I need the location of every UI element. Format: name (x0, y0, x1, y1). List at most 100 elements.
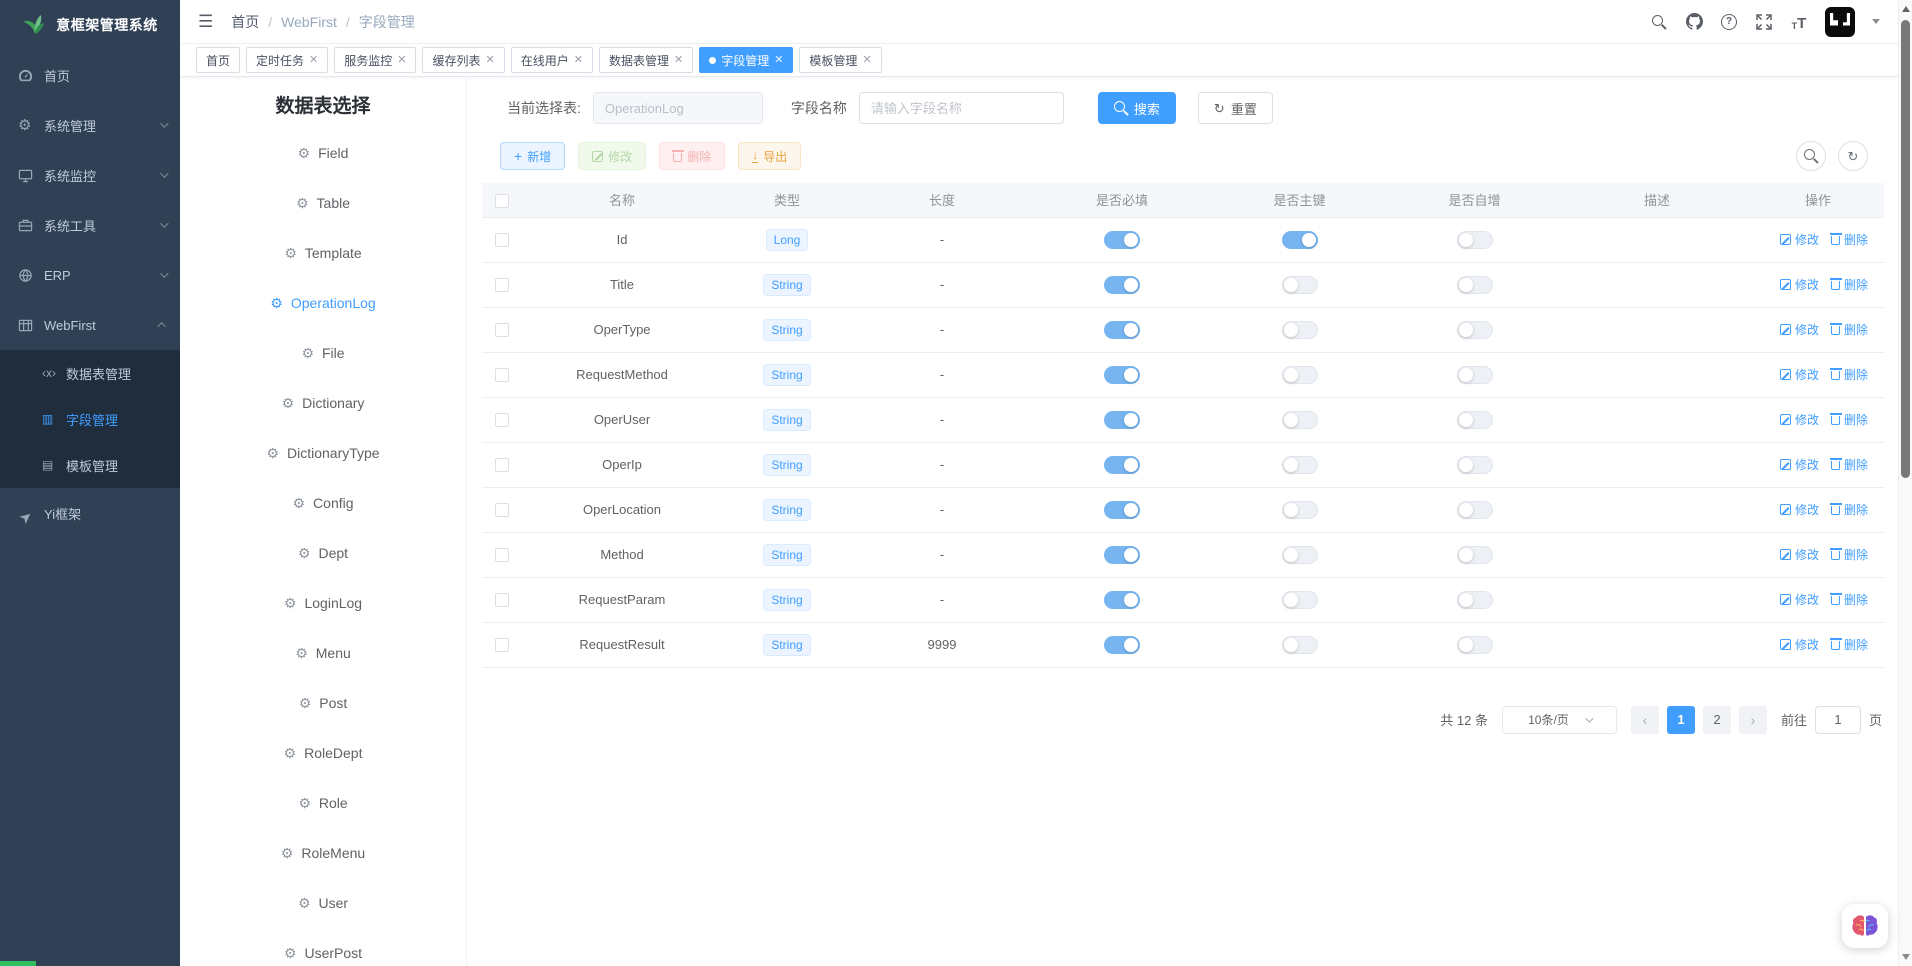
sidebar-item-system-tools[interactable]: 系统工具 (0, 200, 180, 250)
required-toggle[interactable] (1104, 276, 1140, 294)
tab-field-management[interactable]: 字段管理✕ (699, 47, 793, 73)
tree-item-loginlog[interactable]: ⚙LoginLog (180, 578, 466, 628)
sidebar-item-webfirst[interactable]: WebFirst (0, 300, 180, 350)
tree-item-dept[interactable]: ⚙Dept (180, 528, 466, 578)
edit-link[interactable]: 修改 (1780, 591, 1819, 608)
delete-link[interactable]: 删除 (1831, 591, 1868, 608)
auto-increment-toggle[interactable] (1457, 636, 1493, 654)
tree-item-config[interactable]: ⚙Config (180, 478, 466, 528)
close-icon[interactable]: ✕ (574, 55, 583, 66)
primary-key-toggle[interactable] (1282, 501, 1318, 519)
row-checkbox[interactable] (495, 593, 509, 607)
close-icon[interactable]: ✕ (397, 55, 406, 66)
sidebar-item-system-monitor[interactable]: 系统监控 (0, 150, 180, 200)
delete-link[interactable]: 删除 (1831, 456, 1868, 473)
primary-key-toggle[interactable] (1282, 411, 1318, 429)
tree-item-roledept[interactable]: ⚙RoleDept (180, 728, 466, 778)
close-icon[interactable]: ✕ (774, 55, 783, 66)
tree-item-operationlog[interactable]: ⚙OperationLog (180, 278, 466, 328)
auto-increment-toggle[interactable] (1457, 411, 1493, 429)
search-button[interactable]: 搜索 (1098, 92, 1176, 124)
tree-item-field[interactable]: ⚙Field (180, 128, 466, 178)
primary-key-toggle[interactable] (1282, 636, 1318, 654)
required-toggle[interactable] (1104, 456, 1140, 474)
fullscreen-icon[interactable] (1755, 13, 1773, 31)
tree-item-user[interactable]: ⚙User (180, 878, 466, 928)
edit-button[interactable]: 修改 (578, 142, 646, 170)
edit-link[interactable]: 修改 (1780, 411, 1819, 428)
sidebar-item-template-management[interactable]: ▤ 模板管理 (0, 442, 180, 488)
tab-service-monitor[interactable]: 服务监控✕ (334, 47, 416, 73)
required-toggle[interactable] (1104, 411, 1140, 429)
tree-item-menu[interactable]: ⚙Menu (180, 628, 466, 678)
scrollbar-thumb[interactable] (1901, 20, 1910, 478)
next-page-button[interactable]: › (1739, 706, 1767, 734)
tree-item-post[interactable]: ⚙Post (180, 678, 466, 728)
sidebar-item-field-management[interactable]: ▥ 字段管理 (0, 396, 180, 442)
tab-online-users[interactable]: 在线用户✕ (511, 47, 593, 73)
sidebar-item-table-management[interactable]: ‹x› 数据表管理 (0, 350, 180, 396)
required-toggle[interactable] (1104, 366, 1140, 384)
primary-key-toggle[interactable] (1282, 366, 1318, 384)
goto-page-input[interactable] (1815, 706, 1861, 734)
row-checkbox[interactable] (495, 503, 509, 517)
row-checkbox[interactable] (495, 368, 509, 382)
row-checkbox[interactable] (495, 638, 509, 652)
delete-link[interactable]: 删除 (1831, 501, 1868, 518)
edit-link[interactable]: 修改 (1780, 546, 1819, 563)
auto-increment-toggle[interactable] (1457, 546, 1493, 564)
row-checkbox[interactable] (495, 323, 509, 337)
edit-link[interactable]: 修改 (1780, 231, 1819, 248)
delete-link[interactable]: 删除 (1831, 366, 1868, 383)
auto-increment-toggle[interactable] (1457, 366, 1493, 384)
primary-key-toggle[interactable] (1282, 321, 1318, 339)
sidebar-item-yi-framework[interactable]: ➤ Yi框架 (0, 488, 180, 538)
primary-key-toggle[interactable] (1282, 546, 1318, 564)
row-checkbox[interactable] (495, 278, 509, 292)
required-toggle[interactable] (1104, 636, 1140, 654)
close-icon[interactable]: ✕ (862, 55, 871, 66)
required-toggle[interactable] (1104, 591, 1140, 609)
header-search-icon[interactable] (1650, 13, 1668, 31)
table-search-button[interactable] (1796, 141, 1826, 171)
tree-item-file[interactable]: ⚙File (180, 328, 466, 378)
row-checkbox[interactable] (495, 233, 509, 247)
tree-item-role[interactable]: ⚙Role (180, 778, 466, 828)
delete-link[interactable]: 删除 (1831, 231, 1868, 248)
help-icon[interactable]: ? (1720, 13, 1738, 31)
delete-link[interactable]: 删除 (1831, 321, 1868, 338)
row-checkbox[interactable] (495, 548, 509, 562)
primary-key-toggle[interactable] (1282, 591, 1318, 609)
close-icon[interactable]: ✕ (486, 55, 495, 66)
close-icon[interactable]: ✕ (309, 55, 318, 66)
required-toggle[interactable] (1104, 321, 1140, 339)
edit-link[interactable]: 修改 (1780, 636, 1819, 653)
edit-link[interactable]: 修改 (1780, 366, 1819, 383)
auto-increment-toggle[interactable] (1457, 276, 1493, 294)
auto-increment-toggle[interactable] (1457, 231, 1493, 249)
tree-item-dictionarytype[interactable]: ⚙DictionaryType (180, 428, 466, 478)
scroll-up-arrow-icon[interactable] (1902, 6, 1910, 12)
tree-item-table[interactable]: ⚙Table (180, 178, 466, 228)
delete-button[interactable]: 删除 (659, 142, 725, 170)
page-button-2[interactable]: 2 (1703, 706, 1731, 734)
row-checkbox[interactable] (495, 413, 509, 427)
primary-key-toggle[interactable] (1282, 276, 1318, 294)
tree-item-template[interactable]: ⚙Template (180, 228, 466, 278)
auto-increment-toggle[interactable] (1457, 321, 1493, 339)
primary-key-toggle[interactable] (1282, 231, 1318, 249)
delete-link[interactable]: 删除 (1831, 276, 1868, 293)
edit-link[interactable]: 修改 (1780, 456, 1819, 473)
vertical-scrollbar[interactable] (1898, 0, 1912, 966)
delete-link[interactable]: 删除 (1831, 411, 1868, 428)
table-refresh-button[interactable]: ↻ (1838, 141, 1868, 171)
tree-item-userpost[interactable]: ⚙UserPost (180, 928, 466, 966)
row-checkbox[interactable] (495, 458, 509, 472)
required-toggle[interactable] (1104, 231, 1140, 249)
tab-cache-list[interactable]: 缓存列表✕ (422, 47, 504, 73)
sidebar-item-erp[interactable]: ERP (0, 250, 180, 300)
required-toggle[interactable] (1104, 501, 1140, 519)
user-avatar[interactable] (1825, 7, 1855, 37)
font-size-icon[interactable]: TT (1790, 13, 1808, 31)
reset-button[interactable]: ↻重置 (1198, 92, 1273, 124)
